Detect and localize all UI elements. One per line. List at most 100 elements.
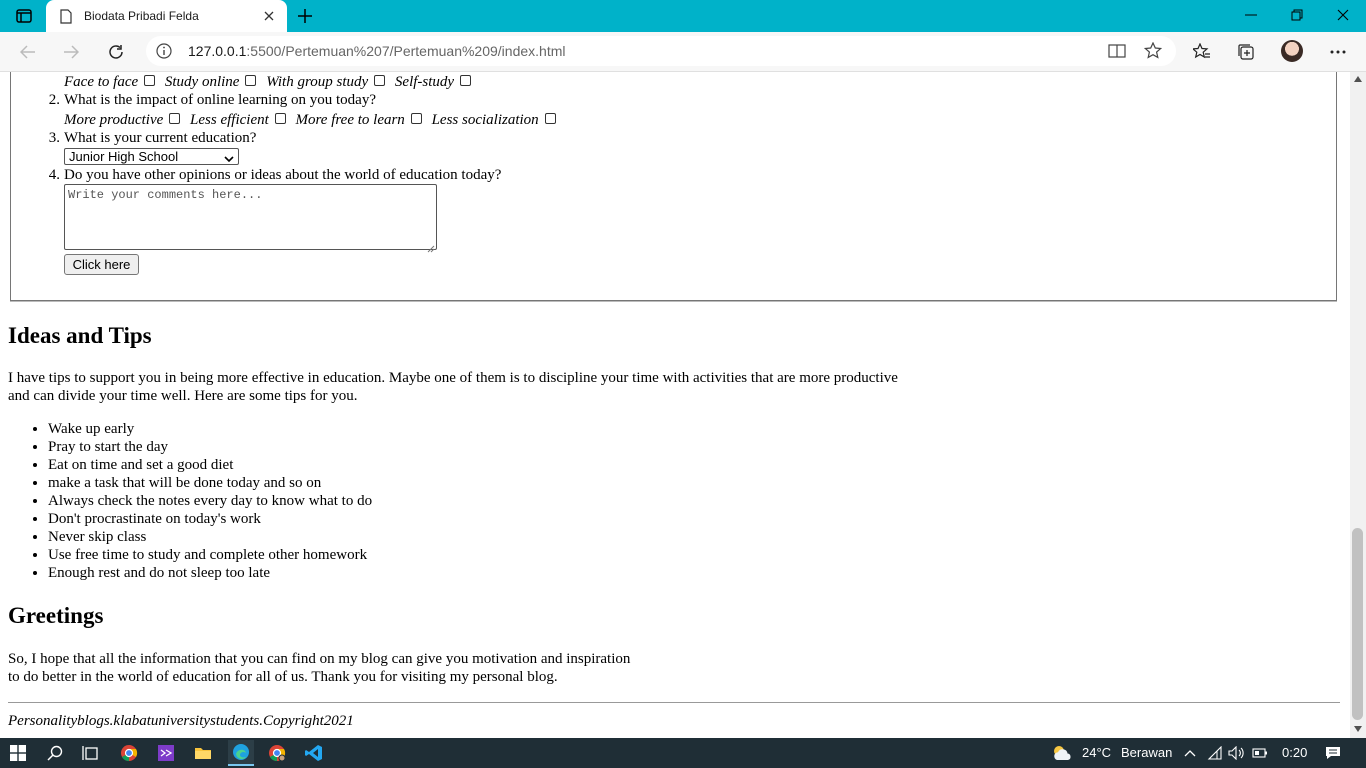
task-view-icon[interactable] — [78, 741, 102, 765]
ideas-paragraph-line: I have tips to support you in being more… — [8, 370, 898, 386]
chevron-up-icon[interactable] — [1178, 741, 1202, 765]
url-host: 127.0.0.1 — [188, 43, 247, 59]
greetings-heading: Greetings — [8, 603, 104, 628]
q2-options: More productive Less efficient More free… — [64, 111, 562, 129]
education-select[interactable]: Junior High School — [64, 148, 239, 165]
q2-question: What is the impact of online learning on… — [64, 92, 376, 108]
page-icon — [60, 8, 74, 24]
tab-close-icon[interactable] — [261, 8, 277, 24]
q1-checkbox[interactable] — [144, 75, 156, 86]
q1-option-label: With group study — [266, 74, 369, 90]
tab-actions-icon[interactable] — [8, 4, 40, 28]
favorites-icon[interactable] — [1188, 38, 1216, 66]
q2-option-label: Less socialization — [431, 112, 539, 128]
q3-number: 3. — [48, 130, 60, 146]
q2-option-label: More free to learn — [295, 112, 405, 128]
immersive-reader-icon[interactable] — [1108, 42, 1126, 65]
browser-toolbar: 127.0.0.1:5500/Pertemuan%207/Pertemuan%2… — [0, 32, 1366, 72]
weather-temperature[interactable]: 24°C — [1082, 745, 1111, 760]
comments-placeholder: Write your comments here... — [68, 188, 263, 202]
url-path: :5500/Pertemuan%207/Pertemuan%209/index.… — [246, 43, 566, 59]
q2-checkbox[interactable] — [410, 113, 422, 124]
collections-icon[interactable] — [1232, 38, 1260, 66]
submit-button[interactable]: Click here — [64, 254, 139, 275]
tab-title: Biodata Pribadi Felda — [84, 9, 199, 23]
greetings-paragraph-line: to do better in the world of education f… — [8, 669, 558, 685]
q2-option-label: More productive — [64, 112, 164, 128]
q2-checkbox[interactable] — [274, 113, 286, 124]
footer-copyright: Personalityblogs.klabatuniversitystudent… — [8, 713, 354, 729]
chevron-down-icon — [224, 151, 234, 166]
search-icon[interactable] — [43, 741, 67, 765]
q1-option-label: Study online — [164, 74, 240, 90]
list-item: Enough rest and do not sleep too late — [48, 564, 372, 582]
windows-start-icon[interactable] — [6, 741, 30, 765]
greetings-paragraph-line: So, I hope that all the information that… — [8, 651, 631, 667]
forward-icon[interactable] — [57, 38, 85, 66]
q3-question: What is your current education? — [64, 130, 257, 146]
notification-icon[interactable] — [1321, 741, 1345, 765]
battery-icon[interactable] — [1248, 741, 1272, 765]
page-scrollbar[interactable] — [1350, 72, 1366, 738]
file-explorer-icon[interactable] — [191, 741, 215, 765]
q1-option-label: Self-study — [394, 74, 455, 90]
greetings-paragraph: So, I hope that all the information that… — [8, 650, 630, 686]
list-item: Never skip class — [48, 528, 372, 546]
education-selected-value: Junior High School — [69, 149, 179, 164]
restore-icon[interactable] — [1274, 0, 1320, 30]
q4-number: 4. — [48, 167, 60, 183]
visual-studio-icon[interactable] — [154, 741, 178, 765]
chrome-profile-icon[interactable] — [265, 741, 289, 765]
comments-textarea[interactable]: Write your comments here... — [64, 184, 437, 253]
scrollbar-thumb[interactable] — [1352, 528, 1363, 720]
q1-checkbox[interactable] — [374, 75, 386, 86]
ideas-paragraph-line: and can divide your time well. Here are … — [8, 388, 358, 404]
browser-tab[interactable]: Biodata Pribadi Felda — [46, 0, 287, 32]
vscode-icon[interactable] — [302, 741, 326, 765]
weather-icon[interactable] — [1050, 741, 1074, 765]
url-text: 127.0.0.1:5500/Pertemuan%207/Pertemuan%2… — [188, 43, 565, 59]
wifi-icon[interactable] — [1202, 741, 1226, 765]
close-window-icon[interactable] — [1320, 0, 1366, 30]
refresh-icon[interactable] — [102, 38, 130, 66]
footer-divider — [8, 702, 1340, 703]
q2-number: 2. — [48, 92, 60, 108]
scroll-up-icon[interactable] — [1354, 76, 1362, 82]
add-favorite-icon[interactable] — [1143, 41, 1163, 65]
address-bar[interactable]: 127.0.0.1:5500/Pertemuan%207/Pertemuan%2… — [146, 36, 1176, 66]
page-viewport: Face to face Study online With group stu… — [0, 72, 1350, 738]
resize-grip-icon[interactable] — [427, 240, 435, 253]
clock-time[interactable]: 0:20 — [1282, 745, 1307, 760]
weather-description[interactable]: Berawan — [1121, 745, 1172, 760]
ideas-heading: Ideas and Tips — [8, 323, 152, 348]
list-item: Always check the notes every day to know… — [48, 492, 372, 510]
minimize-icon[interactable] — [1228, 0, 1274, 30]
edge-icon[interactable] — [228, 740, 254, 766]
list-item: Don't procrastinate on today's work — [48, 510, 372, 528]
more-icon[interactable] — [1324, 38, 1352, 66]
chrome-icon[interactable] — [117, 741, 141, 765]
q2-checkbox[interactable] — [544, 113, 556, 124]
q1-options: Face to face Study online With group stu… — [64, 73, 477, 91]
back-icon[interactable] — [14, 38, 42, 66]
q4-question: Do you have other opinions or ideas abou… — [64, 167, 502, 183]
q1-checkbox[interactable] — [460, 75, 472, 86]
q1-checkbox[interactable] — [245, 75, 257, 86]
list-item: Eat on time and set a good diet — [48, 456, 372, 474]
site-info-icon[interactable] — [156, 43, 172, 59]
list-item: make a task that will be done today and … — [48, 474, 372, 492]
list-item: Pray to start the day — [48, 438, 372, 456]
q2-option-label: Less efficient — [190, 112, 269, 128]
list-item: Wake up early — [48, 420, 372, 438]
profile-avatar[interactable] — [1281, 40, 1303, 62]
volume-icon[interactable] — [1224, 741, 1248, 765]
scroll-down-icon[interactable] — [1354, 726, 1362, 732]
new-tab-icon[interactable] — [295, 6, 315, 26]
q1-option-label: Face to face — [64, 74, 139, 90]
browser-titlebar: Biodata Pribadi Felda — [0, 0, 1366, 32]
tips-list: Wake up early Pray to start the day Eat … — [8, 420, 372, 582]
ideas-paragraph: I have tips to support you in being more… — [8, 369, 898, 405]
q2-checkbox[interactable] — [169, 113, 181, 124]
windows-taskbar: 24°C Berawan 0:20 — [0, 738, 1366, 768]
list-item: Use free time to study and complete othe… — [48, 546, 372, 564]
